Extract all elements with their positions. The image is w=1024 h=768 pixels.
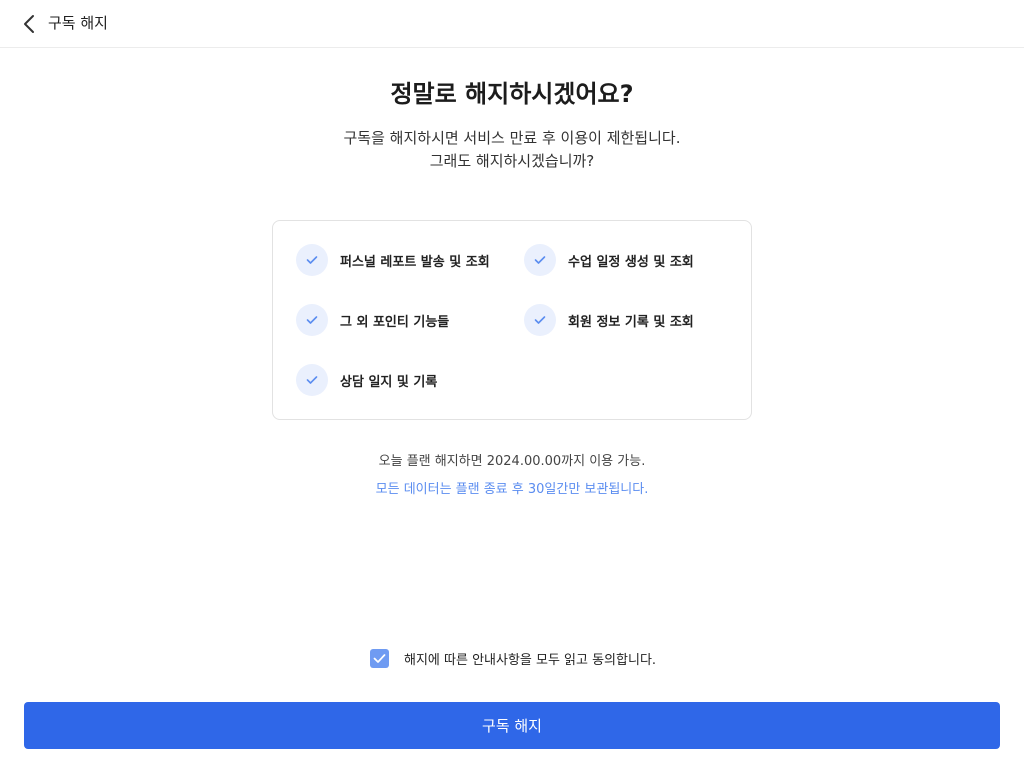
feature-label: 수업 일정 생성 및 조회 (568, 254, 694, 270)
cancel-subscription-button[interactable]: 구독 해지 (24, 702, 1000, 749)
top-bar: 구독 해지 (0, 0, 1024, 48)
feature-label: 퍼스널 레포트 발송 및 조회 (340, 254, 490, 270)
agreement-checkbox-row[interactable]: 해지에 따른 안내사항을 모두 읽고 동의합니다. (370, 648, 656, 668)
cancel-subscription-page: 구독 해지 정말로 해지하시겠어요? 구독을 해지하시면 서비스 만료 후 이용… (0, 0, 1024, 768)
feature-item: 상담 일지 및 기록 (296, 364, 437, 396)
feature-item: 수업 일정 생성 및 조회 (524, 244, 694, 276)
feature-label: 그 외 포인티 기능들 (340, 314, 450, 330)
check-icon (296, 364, 328, 396)
description-line-1: 구독을 해지하시면 서비스 만료 후 이용이 제한됩니다. (343, 129, 681, 147)
description: 구독을 해지하시면 서비스 만료 후 이용이 제한됩니다. 그래도 해지하시겠습… (0, 127, 1024, 173)
feature-item: 회원 정보 기록 및 조회 (524, 304, 694, 336)
header-title: 구독 해지 (48, 14, 108, 32)
agreement-label[interactable]: 해지에 따른 안내사항을 모두 읽고 동의합니다. (404, 649, 656, 668)
check-icon (524, 304, 556, 336)
check-icon (524, 244, 556, 276)
feature-label: 상담 일지 및 기록 (340, 374, 438, 390)
checkmark-icon (373, 653, 386, 663)
data-retention-note: 모든 데이터는 플랜 종료 후 30일간만 보관됩니다. (375, 482, 649, 497)
chevron-left-icon (24, 15, 34, 33)
feature-list: 퍼스널 레포트 발송 및 조회 수업 일정 생성 및 조회 그 외 포인티 기능… (272, 220, 752, 420)
check-icon (296, 304, 328, 336)
check-icon (296, 244, 328, 276)
feature-item: 퍼스널 레포트 발송 및 조회 (296, 244, 490, 276)
agreement-checkbox[interactable] (370, 648, 389, 668)
availability-note: 오늘 플랜 해지하면 2024.00.00까지 이용 가능. (378, 454, 646, 469)
feature-item: 그 외 포인티 기능들 (296, 304, 449, 336)
page-title: 정말로 해지하시겠어요? (390, 80, 634, 108)
back-button[interactable] (18, 12, 40, 36)
description-line-2: 그래도 해지하시겠습니까? (429, 152, 595, 170)
feature-label: 회원 정보 기록 및 조회 (568, 314, 694, 330)
